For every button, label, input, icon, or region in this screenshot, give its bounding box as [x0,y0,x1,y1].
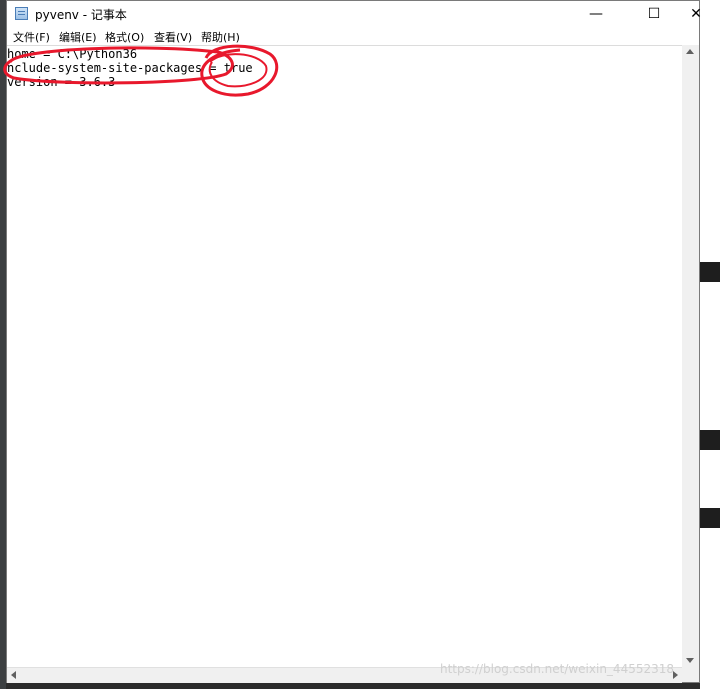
annotation-circle-right-inner [208,53,268,88]
annotation-circle-left [3,46,234,85]
watermark: https://blog.csdn.net/weixin_44552318 [440,662,675,676]
annotation-marks [3,44,279,97]
